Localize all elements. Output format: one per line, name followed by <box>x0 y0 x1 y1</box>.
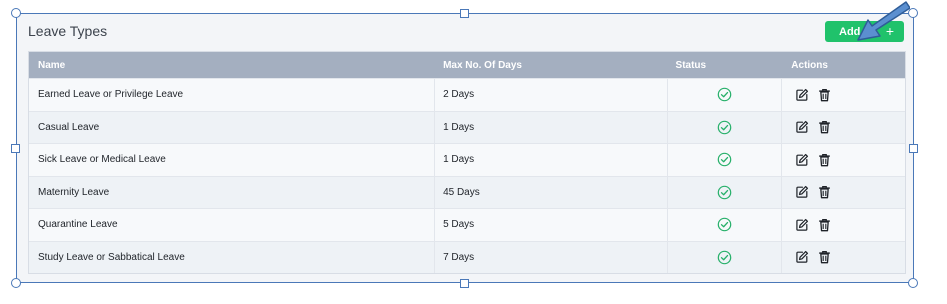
header-actions: Actions <box>791 59 828 71</box>
trash-icon[interactable] <box>818 120 832 134</box>
edit-icon[interactable] <box>795 88 809 102</box>
resize-handle-bottom-right[interactable] <box>908 278 918 288</box>
edit-icon[interactable] <box>795 185 809 199</box>
resize-handle-top-center[interactable] <box>460 9 469 18</box>
check-circle-icon <box>717 152 732 167</box>
table-header: Name Max No. Of Days Status Actions <box>29 52 905 78</box>
row-max-days: 7 Days <box>435 241 668 273</box>
resize-handle-bottom-left[interactable] <box>11 278 21 288</box>
check-circle-icon <box>717 87 732 102</box>
resize-handle-middle-left[interactable] <box>11 144 20 153</box>
add-button-label: Add <box>839 25 861 38</box>
table-row: Sick Leave or Medical Leave 1 Days <box>29 143 905 176</box>
row-max-days: 1 Days <box>435 144 668 176</box>
edit-icon[interactable] <box>795 120 809 134</box>
header-status: Status <box>675 59 707 71</box>
plus-icon: + <box>885 23 894 39</box>
row-max-days: 5 Days <box>435 209 668 241</box>
check-circle-icon <box>717 120 732 135</box>
resize-handle-middle-right[interactable] <box>909 144 918 153</box>
row-name: Quarantine Leave <box>29 209 436 241</box>
check-circle-icon <box>717 185 732 200</box>
table-row: Earned Leave or Privilege Leave 2 Days <box>29 78 905 111</box>
row-name: Maternity Leave <box>29 176 436 208</box>
table-row: Casual Leave 1 Days <box>29 110 905 143</box>
header-max-days: Max No. Of Days <box>443 59 522 71</box>
row-name: Casual Leave <box>29 111 436 143</box>
card-title: Leave Types <box>28 23 108 39</box>
resize-handle-top-right[interactable] <box>908 8 918 18</box>
row-max-days: 45 Days <box>435 176 668 208</box>
leave-types-table: Name Max No. Of Days Status Actions Earn… <box>28 51 906 274</box>
add-button[interactable]: Add + <box>825 21 904 42</box>
trash-icon[interactable] <box>818 185 832 199</box>
edit-icon[interactable] <box>795 250 809 264</box>
resize-handle-top-left[interactable] <box>11 8 21 18</box>
row-name: Earned Leave or Privilege Leave <box>29 79 436 111</box>
check-circle-icon <box>717 250 732 265</box>
table-row: Study Leave or Sabbatical Leave 7 Days <box>29 240 905 273</box>
edit-icon[interactable] <box>795 218 809 232</box>
header-name: Name <box>38 59 66 71</box>
row-max-days: 2 Days <box>435 79 668 111</box>
row-name: Sick Leave or Medical Leave <box>29 144 436 176</box>
trash-icon[interactable] <box>818 153 832 167</box>
trash-icon[interactable] <box>818 88 832 102</box>
row-max-days: 1 Days <box>435 111 668 143</box>
table-row: Maternity Leave 45 Days <box>29 175 905 208</box>
table-row: Quarantine Leave 5 Days <box>29 208 905 241</box>
trash-icon[interactable] <box>818 218 832 232</box>
trash-icon[interactable] <box>818 250 832 264</box>
edit-icon[interactable] <box>795 153 809 167</box>
resize-handle-bottom-center[interactable] <box>460 279 469 288</box>
row-name: Study Leave or Sabbatical Leave <box>29 241 436 273</box>
check-circle-icon <box>717 217 732 232</box>
table-body: Earned Leave or Privilege Leave 2 Days Cas… <box>29 78 905 273</box>
